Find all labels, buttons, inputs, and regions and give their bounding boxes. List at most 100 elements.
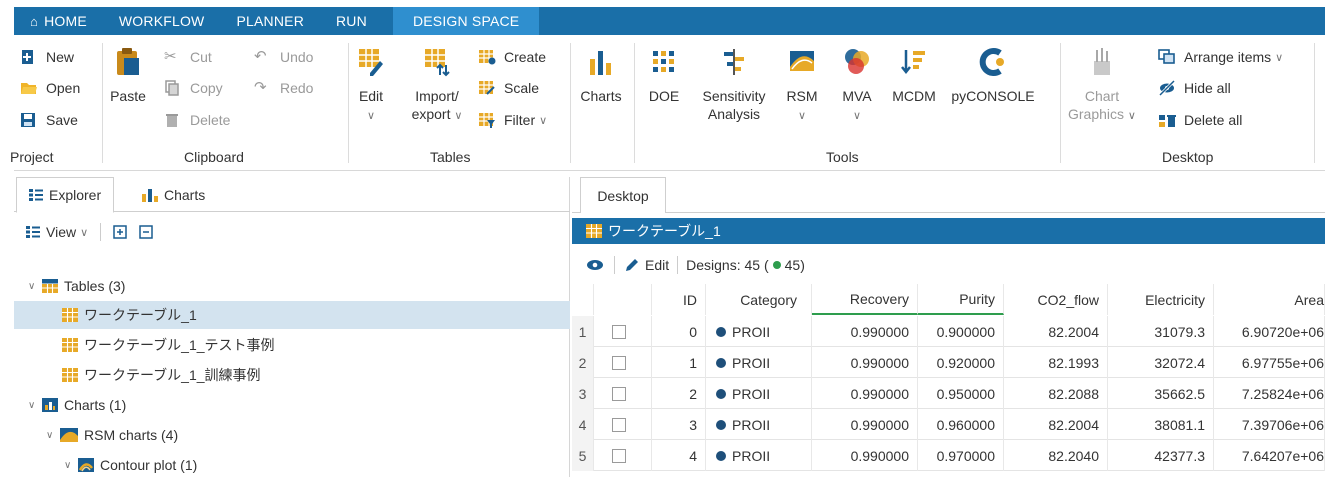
cell-id: 1 xyxy=(652,347,706,378)
eye-icon[interactable] xyxy=(586,259,604,271)
category-label: PROII xyxy=(732,447,771,464)
cell-id: 2 xyxy=(652,378,706,409)
table-icon xyxy=(62,338,78,352)
scale-button[interactable]: Scale xyxy=(478,80,539,96)
chevron-down-icon: ∨ xyxy=(80,226,89,239)
mva-button[interactable]: MVA ∨ xyxy=(834,47,880,125)
column-header-co2-flow[interactable]: CO2_flow xyxy=(1004,284,1108,315)
tree-node-rsm-charts[interactable]: ∨ RSM charts (4) xyxy=(14,421,570,449)
separator xyxy=(100,223,102,241)
column-header-id[interactable]: ID xyxy=(652,284,706,315)
new-button[interactable]: New xyxy=(20,49,74,65)
hide-all-label: Hide all xyxy=(1184,80,1231,96)
contour-plot-icon xyxy=(78,458,94,472)
paste-label: Paste xyxy=(110,88,146,104)
analysis-label: Analysis xyxy=(707,106,761,122)
cell-purity: 0.900000 xyxy=(918,316,1004,347)
chart-graphics-button[interactable]: Chart Graphics ∨ xyxy=(1064,47,1140,125)
cell-id: 0 xyxy=(652,316,706,347)
tree-node-charts-label: Charts (1) xyxy=(64,397,127,413)
sensitivity-analysis-button[interactable]: Sensitivity Analysis xyxy=(696,47,772,123)
row-checkbox[interactable] xyxy=(612,324,626,339)
separator xyxy=(102,43,103,163)
arrange-items-button[interactable]: Arrange items ∨ xyxy=(1158,49,1283,65)
tab-design-space[interactable]: DESIGN SPACE xyxy=(392,7,540,35)
edit-button[interactable]: Edit xyxy=(625,257,669,273)
tab-run[interactable]: RUN xyxy=(320,7,383,35)
tab-explorer[interactable]: Explorer xyxy=(16,177,115,213)
tables-group: Edit ∨ Import/ export ∨ Create Scale Fil… xyxy=(350,35,572,171)
column-header-electricity[interactable]: Electricity xyxy=(1108,284,1214,315)
eye-slash-icon xyxy=(1158,79,1176,97)
table-row[interactable]: 4 3 PROII 0.990000 0.960000 82.2004 38081.1 7.3… xyxy=(572,409,1325,440)
delete-label: Delete xyxy=(190,112,231,128)
data-grid: ID Category Recovery Purity CO2_flow Ele… xyxy=(572,284,1325,477)
tab-desktop[interactable]: Desktop xyxy=(580,177,666,213)
cell-recovery: 0.990000 xyxy=(812,409,918,440)
tab-planner[interactable]: PLANNER xyxy=(220,7,320,35)
sensitivity-label: Sensitivity xyxy=(702,88,766,104)
table-row[interactable]: 5 4 PROII 0.990000 0.970000 82.2040 42377.3 7.6… xyxy=(572,440,1325,471)
tables-group-label: Tables xyxy=(430,149,471,165)
tree-node-contour-plot[interactable]: ∨ Contour plot (1) xyxy=(14,451,570,477)
edit-table-button[interactable]: Edit ∨ xyxy=(352,47,390,125)
cut-button[interactable]: ✂ Cut xyxy=(164,49,212,66)
view-dropdown[interactable]: View ∨ xyxy=(26,224,88,240)
redo-button[interactable]: ↷ Redo xyxy=(254,80,313,97)
column-header-purity[interactable]: Purity xyxy=(918,284,1004,315)
mva-label: MVA xyxy=(842,88,872,104)
row-number: 5 xyxy=(572,440,594,471)
bar-chart-icon xyxy=(574,47,628,81)
divider xyxy=(572,212,1325,213)
save-button[interactable]: Save xyxy=(20,112,78,128)
paste-button[interactable]: Paste xyxy=(106,47,150,105)
tree-node-charts[interactable]: ∨ Charts (1) xyxy=(14,391,570,419)
filter-button[interactable]: Filter ∨ xyxy=(478,112,547,128)
row-checkbox[interactable] xyxy=(612,417,626,432)
tab-run-label: RUN xyxy=(336,13,367,29)
cell-recovery: 0.990000 xyxy=(812,316,918,347)
tree-node-table-1[interactable]: ワークテーブル_1 xyxy=(14,301,570,329)
cell-electricity: 42377.3 xyxy=(1108,440,1214,471)
tab-workflow[interactable]: WORKFLOW xyxy=(103,7,221,35)
tree-node-tables-label: Tables (3) xyxy=(64,278,126,294)
column-header-area[interactable]: Area xyxy=(1214,284,1325,315)
tree-node-table-train[interactable]: ワークテーブル_1_訓練事例 xyxy=(14,361,570,389)
table-row[interactable]: 2 1 PROII 0.990000 0.920000 82.1993 32072.4 6.9… xyxy=(572,347,1325,378)
create-button[interactable]: Create xyxy=(478,49,546,65)
rsm-button[interactable]: RSM ∨ xyxy=(780,47,824,125)
table-row[interactable]: 1 0 PROII 0.990000 0.900000 82.2004 31079.3 6.9… xyxy=(572,316,1325,347)
hide-all-button[interactable]: Hide all xyxy=(1158,79,1231,97)
import-export-button[interactable]: Import/ export ∨ xyxy=(404,47,470,125)
pyconsole-button[interactable]: pyCONSOLE xyxy=(948,47,1038,105)
mcdm-sort-icon xyxy=(886,47,942,81)
column-header-recovery[interactable]: Recovery xyxy=(812,284,918,315)
open-button[interactable]: Open xyxy=(20,80,80,96)
mcdm-button[interactable]: MCDM xyxy=(886,47,942,105)
category-dot-icon xyxy=(716,450,726,461)
cell-co2-flow: 82.2004 xyxy=(1004,316,1108,347)
doe-grid-icon xyxy=(640,47,688,81)
doe-button[interactable]: DOE xyxy=(640,47,688,105)
collapse-all-icon[interactable] xyxy=(139,225,153,239)
tab-charts[interactable]: Charts xyxy=(130,177,217,213)
tab-home[interactable]: ⌂ HOME xyxy=(14,7,103,35)
row-checkbox[interactable] xyxy=(612,386,626,401)
row-checkbox[interactable] xyxy=(612,355,626,370)
copy-button[interactable]: Copy xyxy=(164,80,223,96)
table-row[interactable]: 3 2 PROII 0.990000 0.950000 82.2088 35662.5 7.2… xyxy=(572,378,1325,409)
mva-venn-icon xyxy=(834,47,880,81)
tree-node-tables[interactable]: ∨ Tables (3) xyxy=(14,272,570,300)
charts-button[interactable]: Charts xyxy=(574,47,628,105)
undo-button[interactable]: ↶ Undo xyxy=(254,49,313,66)
cell-electricity: 31079.3 xyxy=(1108,316,1214,347)
expand-all-icon[interactable] xyxy=(113,225,127,239)
delete-button[interactable]: Delete xyxy=(164,112,230,128)
row-checkbox[interactable] xyxy=(612,448,626,463)
tree-node-table-test[interactable]: ワークテーブル_1_テスト事例 xyxy=(14,331,570,359)
category-label: PROII xyxy=(732,385,771,402)
table-window-titlebar[interactable]: ワークテーブル_1 xyxy=(572,218,1325,244)
column-header-category[interactable]: Category xyxy=(706,284,812,315)
cell-co2-flow: 82.1993 xyxy=(1004,347,1108,378)
delete-all-button[interactable]: Delete all xyxy=(1158,112,1242,128)
